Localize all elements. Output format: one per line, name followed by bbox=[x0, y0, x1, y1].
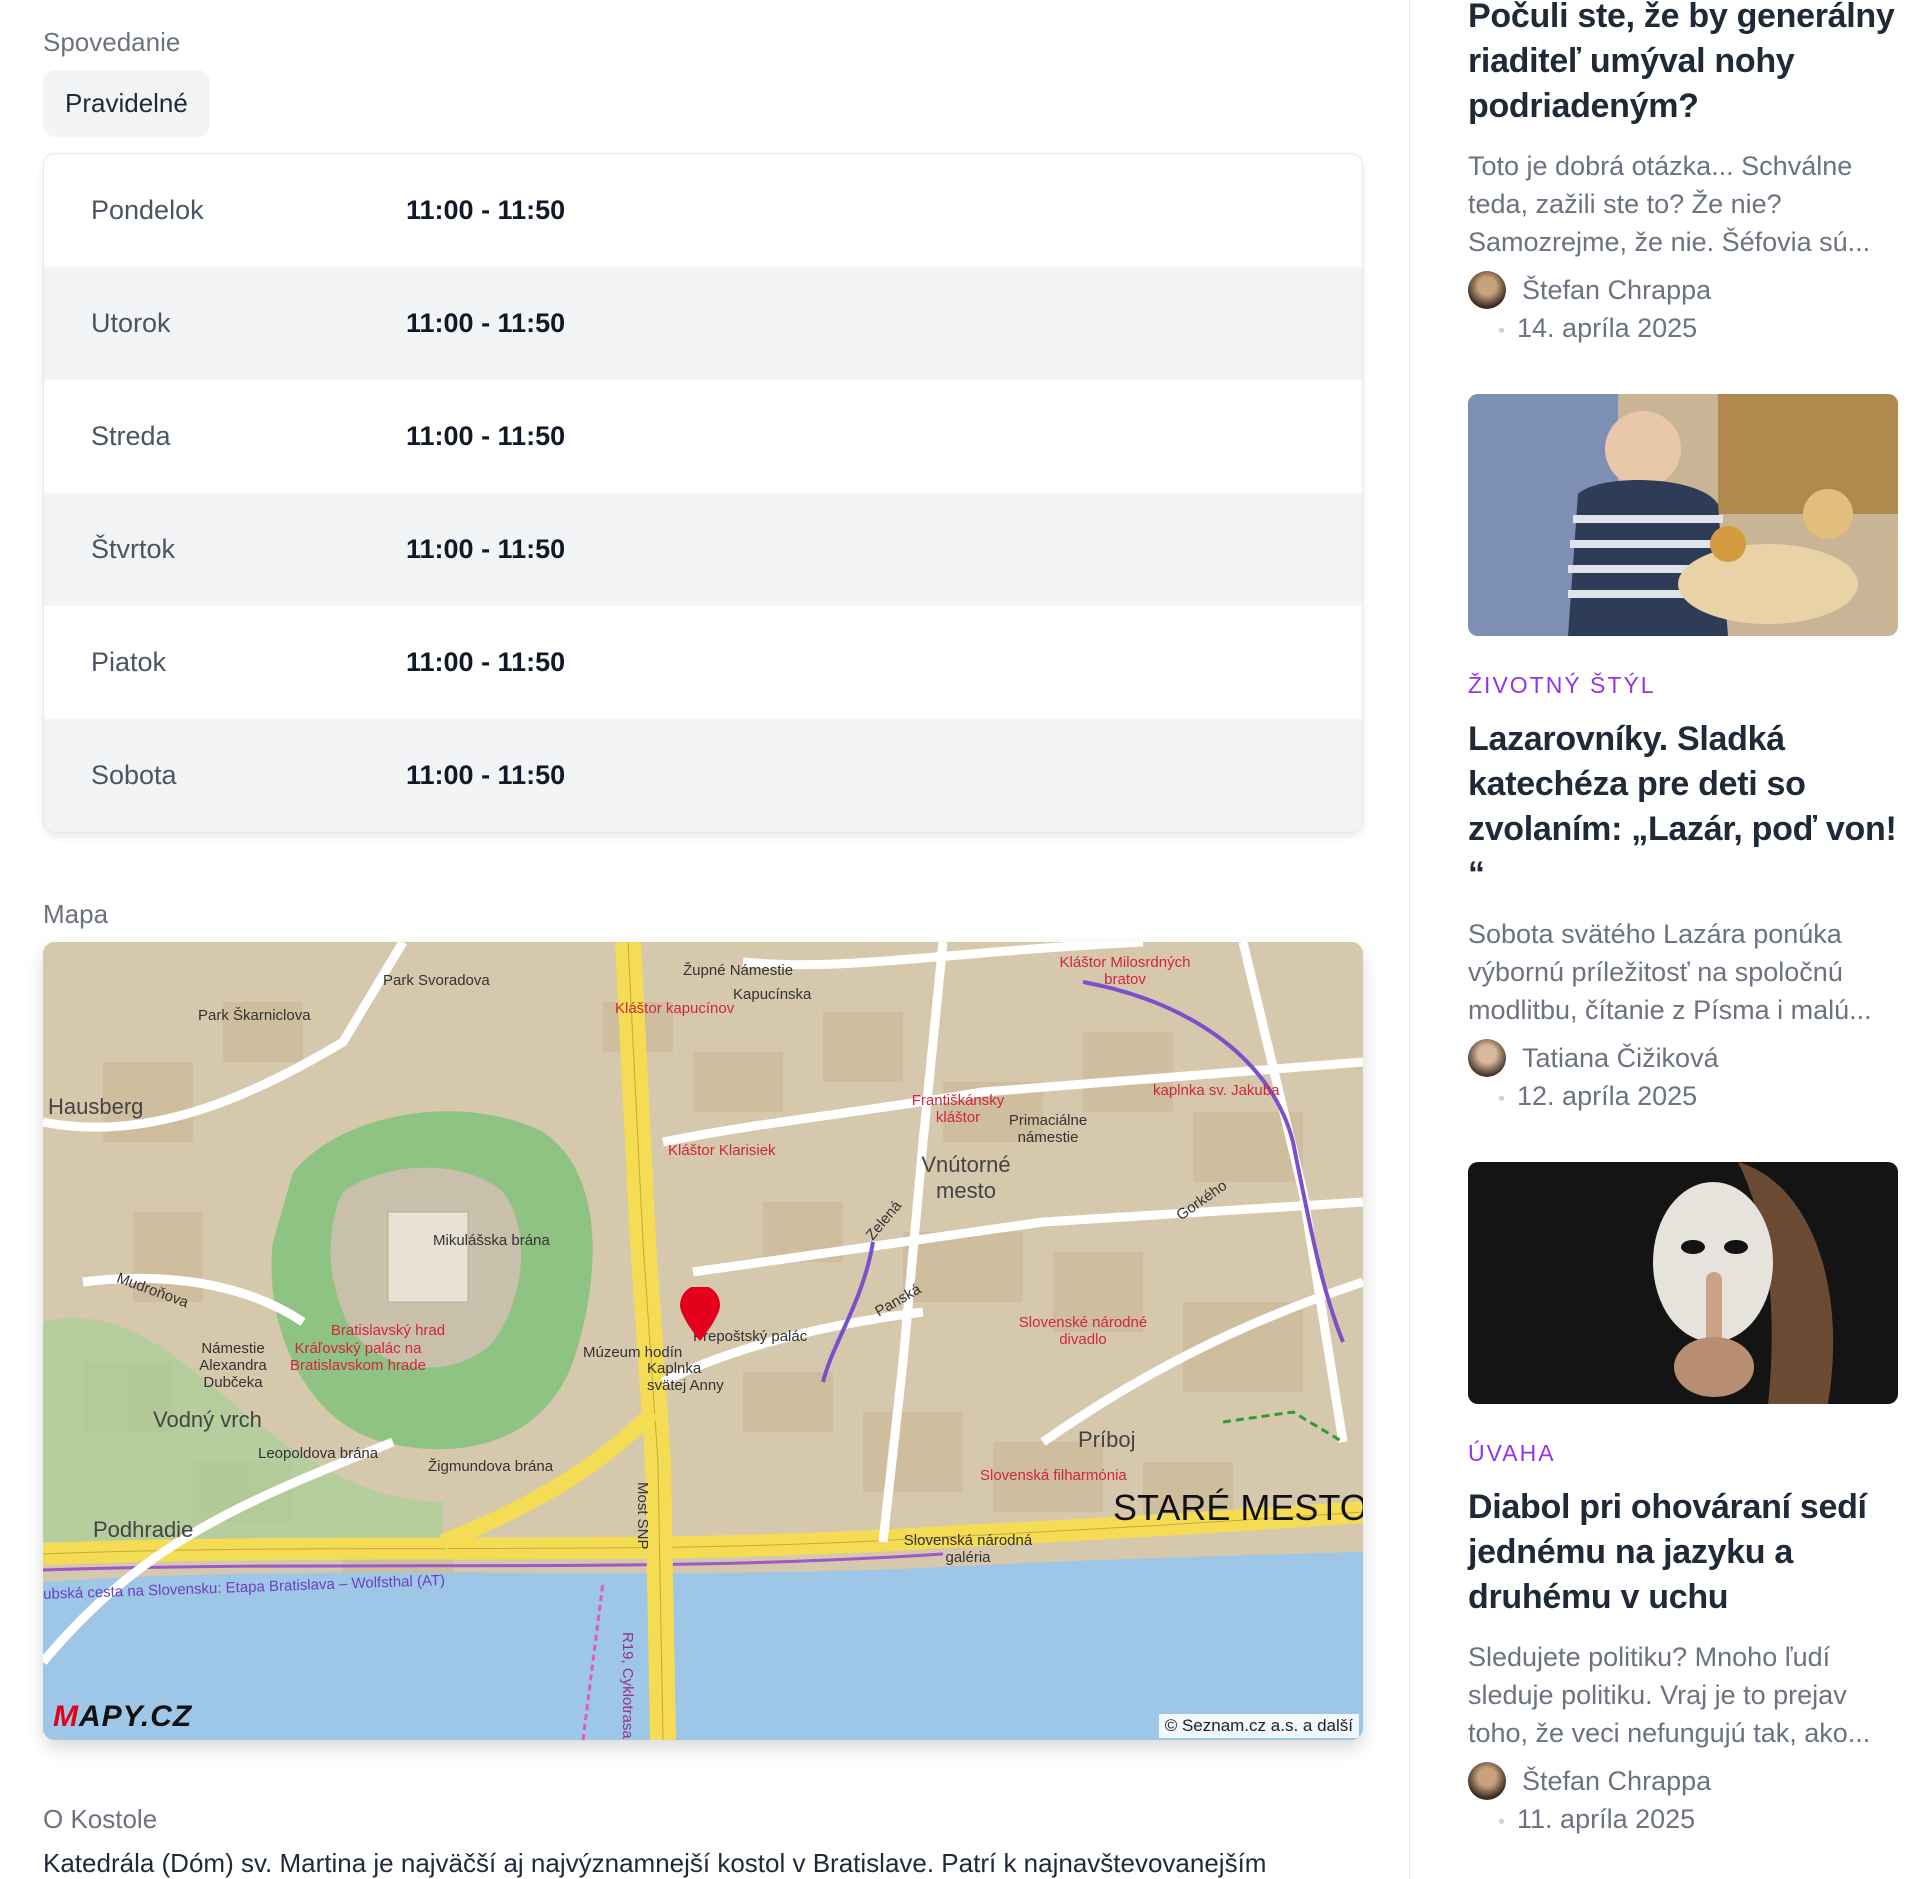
article-card[interactable]: ÚVAHA Diabol pri ohováraní sedí jednému … bbox=[1468, 1162, 1898, 1835]
confession-label: Spovedanie bbox=[43, 27, 181, 57]
map-place: Vnútorné mesto bbox=[921, 1152, 1011, 1203]
map-place: R19, Cyklotrasa bbox=[619, 1632, 636, 1739]
map-place: Námestie Alexandra Dubčeka bbox=[199, 1340, 267, 1391]
map-credit[interactable]: © Seznam.cz a.s. a další bbox=[1158, 1714, 1359, 1738]
article-category[interactable]: ŽIVOTNÝ ŠTÝL bbox=[1468, 672, 1898, 699]
schedule-day: Utorok bbox=[91, 308, 171, 338]
schedule-row: Utorok 11:00 - 11:50 bbox=[44, 267, 1362, 380]
article-card[interactable]: Počuli ste, že by generálny riaditeľ umý… bbox=[1468, 0, 1898, 344]
map-place: Bratislavský hrad bbox=[330, 1322, 446, 1339]
schedule-row: Piatok 11:00 - 11:50 bbox=[44, 606, 1362, 719]
location-pin-icon[interactable] bbox=[680, 1287, 720, 1341]
avatar bbox=[1468, 271, 1506, 309]
schedule-row: Streda 11:00 - 11:50 bbox=[44, 380, 1362, 493]
map-place: Hausberg bbox=[48, 1094, 144, 1119]
schedule-day: Piatok bbox=[91, 647, 167, 677]
map-place: Žigmundova brána bbox=[428, 1458, 554, 1475]
article-excerpt: Sledujete politiku? Mnoho ľudí sleduje p… bbox=[1468, 1642, 1871, 1748]
schedule-row: Štvrtok 11:00 - 11:50 bbox=[44, 493, 1362, 606]
article-card[interactable]: ŽIVOTNÝ ŠTÝL Lazarovníky. Sladká kateché… bbox=[1468, 394, 1898, 1112]
map-place: Slovenská národná galéria bbox=[903, 1532, 1033, 1566]
article-thumbnail[interactable] bbox=[1468, 394, 1898, 636]
article-excerpt: Toto je dobrá otázka... Schválne teda, z… bbox=[1468, 151, 1871, 257]
article-title[interactable]: Počuli ste, že by generálny riaditeľ umý… bbox=[1468, 0, 1898, 129]
logo-rest: APY.CZ bbox=[79, 1700, 193, 1733]
map-place: Most SNP bbox=[634, 1482, 651, 1550]
avatar bbox=[1468, 1039, 1506, 1077]
map-place: Park Svoradova bbox=[383, 972, 490, 989]
article-author[interactable]: Štefan Chrappa bbox=[1468, 1762, 1898, 1800]
map-place: Slovenská filharmónia bbox=[980, 1467, 1127, 1484]
logo-letter: M bbox=[53, 1700, 79, 1733]
schedule-time: 11:00 - 11:50 bbox=[406, 308, 566, 338]
confession-schedule: Pondelok 11:00 - 11:50 Utorok 11:00 - 11… bbox=[43, 153, 1363, 833]
map-label: Mapa bbox=[43, 899, 109, 929]
schedule-day: Štvrtok bbox=[91, 534, 176, 564]
schedule-day: Pondelok bbox=[91, 195, 204, 225]
map-place: Primaciálne námestie bbox=[1008, 1112, 1088, 1146]
article-title[interactable]: Diabol pri ohováraní sedí jednému na jaz… bbox=[1468, 1485, 1898, 1620]
schedule-day: Sobota bbox=[91, 760, 177, 790]
map-place: Mikulášska brána bbox=[433, 1232, 550, 1249]
schedule-time: 11:00 - 11:50 bbox=[406, 534, 566, 564]
article-author[interactable]: Tatiana Čižiková bbox=[1468, 1039, 1898, 1077]
article-author[interactable]: Štefan Chrappa bbox=[1468, 271, 1898, 309]
about-text: Katedrála (Dóm) sv. Martina je najväčší … bbox=[43, 1848, 1267, 1878]
schedule-row: Sobota 11:00 - 11:50 bbox=[44, 719, 1362, 832]
article-date: 14. apríla 2025 bbox=[1498, 313, 1898, 344]
map-place: Kráľovský palác na Bratislavskom hrade bbox=[290, 1340, 426, 1374]
schedule-row: Pondelok 11:00 - 11:50 bbox=[44, 154, 1362, 267]
article-thumbnail[interactable] bbox=[1468, 1162, 1898, 1404]
map-place: Kláštor Klarisiek bbox=[668, 1142, 776, 1159]
avatar bbox=[1468, 1762, 1506, 1800]
map-place: Župné Námestie bbox=[683, 962, 794, 979]
sidebar-articles: Počuli ste, že by generálny riaditeľ umý… bbox=[1468, 0, 1898, 1835]
article-category[interactable]: ÚVAHA bbox=[1468, 1440, 1898, 1467]
map-place: Leopoldova brána bbox=[258, 1445, 379, 1462]
article-date: 11. apríla 2025 bbox=[1498, 1804, 1898, 1835]
map-place: Kláštor kapucínov bbox=[615, 1000, 735, 1017]
schedule-time: 11:00 - 11:50 bbox=[406, 647, 566, 677]
map-place: Kláštor Milosrdných bratov bbox=[1059, 954, 1191, 988]
map-place: Podhradie bbox=[93, 1517, 194, 1542]
author-name: Tatiana Čižiková bbox=[1522, 1042, 1719, 1073]
map-place: Slovenské národné divadlo bbox=[1018, 1314, 1148, 1348]
column-divider bbox=[1409, 0, 1410, 1879]
schedule-time: 11:00 - 11:50 bbox=[406, 421, 566, 451]
regular-tab[interactable]: Pravidelné bbox=[43, 70, 210, 137]
schedule-day: Streda bbox=[91, 421, 171, 451]
map-place: kaplnka sv. Jakuba bbox=[1153, 1082, 1280, 1099]
left-column: Spovedanie Pravidelné Pondelok 11:00 - 1… bbox=[43, 0, 1363, 1878]
map-place: STARÉ MESTO bbox=[1113, 1487, 1363, 1528]
article-date: 12. apríla 2025 bbox=[1498, 1081, 1898, 1112]
about-label: O Kostole bbox=[43, 1804, 158, 1834]
map-place: Múzeum hodín bbox=[583, 1344, 683, 1361]
author-name: Štefan Chrappa bbox=[1522, 274, 1712, 305]
map-view[interactable]: Župné Námestie Kapucínska Kláštor kapucí… bbox=[43, 942, 1363, 1740]
author-name: Štefan Chrappa bbox=[1522, 1765, 1712, 1796]
map-place: Kapucínska bbox=[733, 986, 812, 1003]
schedule-time: 11:00 - 11:50 bbox=[406, 195, 566, 225]
schedule-time: 11:00 - 11:50 bbox=[406, 760, 566, 790]
map-place: Vodný vrch bbox=[153, 1407, 262, 1432]
map-place: Príboj bbox=[1078, 1427, 1136, 1452]
article-excerpt: Sobota svätého Lazára ponúka výbornú prí… bbox=[1468, 919, 1872, 1025]
mapy-logo[interactable]: MAPY.CZ bbox=[53, 1700, 192, 1734]
map-place: Kaplnka svätej Anny bbox=[647, 1360, 724, 1394]
map-place: Park Škarniclova bbox=[198, 1007, 311, 1024]
article-title[interactable]: Lazarovníky. Sladká katechéza pre deti s… bbox=[1468, 717, 1898, 897]
